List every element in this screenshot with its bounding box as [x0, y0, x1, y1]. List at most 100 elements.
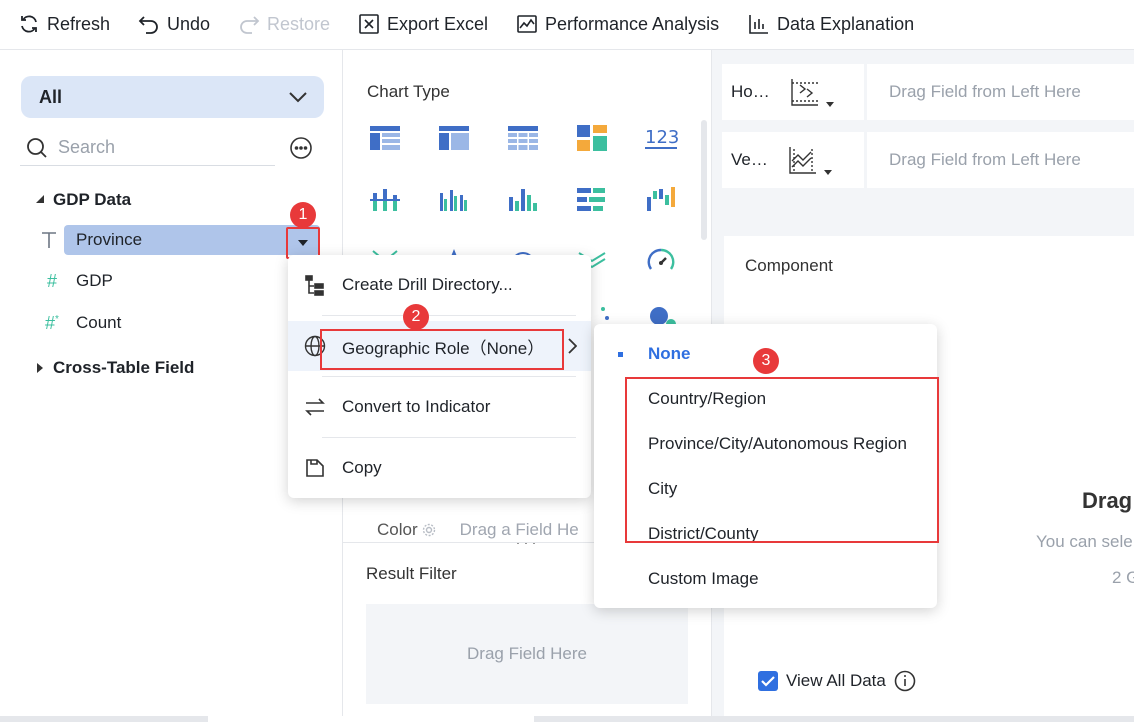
tree-structure-icon — [304, 274, 326, 296]
tree-group-cross-table[interactable]: Cross-Table Field — [35, 358, 194, 378]
restore-label: Restore — [267, 13, 331, 34]
tree-group-gdp-data[interactable]: GDP Data — [35, 190, 131, 210]
redo-icon — [238, 13, 260, 35]
geo-option-custom-image[interactable]: Custom Image — [648, 569, 759, 589]
view-all-data-label: View All Data — [786, 671, 886, 690]
field-province-label: Province — [76, 230, 143, 249]
refresh-label: Refresh — [47, 13, 111, 34]
chevron-right-icon — [568, 338, 577, 354]
field-context-menu: Create Drill Directory... Geographic Rol… — [288, 255, 591, 498]
toolbar: Refresh Undo Restore Export Excel Perfor… — [0, 0, 1134, 50]
search-icon — [26, 137, 48, 159]
chart-type-gauge-icon[interactable] — [643, 244, 679, 280]
undo-icon — [138, 13, 160, 35]
gear-icon — [422, 523, 436, 537]
performance-chart-icon — [516, 13, 538, 35]
dataset-select[interactable]: All — [21, 76, 324, 118]
triangle-right-icon — [35, 363, 45, 373]
color-shelf[interactable]: Color Drag a Field He — [377, 520, 579, 540]
color-placeholder: Drag a Field He — [459, 520, 579, 539]
info-icon[interactable] — [894, 670, 916, 692]
undo-button[interactable]: Undo — [138, 0, 210, 48]
copy-icon — [304, 457, 326, 479]
view-all-data-checkbox[interactable]: View All Data — [758, 670, 916, 692]
drag-hint: You can sele — [1036, 532, 1133, 551]
horizontal-axis-icon — [790, 77, 834, 107]
restore-button[interactable]: Restore — [238, 0, 330, 48]
chart-type-waterfall-icon[interactable] — [643, 182, 679, 218]
caret-down-icon — [298, 240, 308, 246]
chart-type-grid-table-icon[interactable] — [505, 120, 541, 156]
vertical-axis-dropzone[interactable]: Drag Field from Left Here — [867, 132, 1134, 188]
performance-analysis-button[interactable]: Performance Analysis — [516, 0, 719, 48]
horizontal-axis-placeholder: Drag Field from Left Here — [889, 82, 1081, 101]
excel-icon — [358, 13, 380, 35]
vertical-axis-row: Ve… Drag Field from Left Here — [722, 132, 1134, 188]
vertical-axis-label: Ve… — [731, 150, 768, 169]
menu-item-create-drill[interactable]: Create Drill Directory... — [288, 260, 591, 310]
chart-type-scrollbar[interactable] — [701, 120, 707, 240]
refresh-icon — [18, 13, 40, 35]
chart-type-label: Chart Type — [367, 82, 450, 101]
chart-type-detail-table-icon[interactable] — [436, 120, 472, 156]
data-explanation-button[interactable]: Data Explanation — [748, 0, 914, 48]
checkbox-checked-icon — [758, 671, 778, 691]
result-filter-label: Result Filter — [366, 564, 457, 583]
horizontal-axis-row: Ho… Drag Field from Left Here — [722, 64, 1134, 120]
vertical-axis-placeholder: Drag Field from Left Here — [889, 150, 1081, 169]
refresh-button[interactable]: Refresh — [18, 0, 110, 48]
performance-analysis-label: Performance Analysis — [545, 13, 720, 34]
bar-chart-icon — [748, 13, 770, 35]
horizontal-axis-label: Ho… — [731, 82, 770, 101]
vertical-axis-label-cell[interactable]: Ve… — [722, 132, 864, 188]
menu-create-drill-label: Create Drill Directory... — [342, 275, 513, 294]
chart-type-grouped-bar-icon[interactable] — [436, 182, 472, 218]
search-placeholder: Search — [58, 137, 116, 157]
menu-item-copy[interactable]: Copy — [288, 443, 591, 493]
component-title: Component — [745, 256, 833, 275]
chart-type-stacked-bar-icon[interactable] — [367, 182, 403, 218]
triangle-down-icon — [35, 195, 45, 205]
color-label: Color — [377, 520, 418, 539]
field-gdp-label: GDP — [76, 271, 113, 290]
annotation-badge-3: 3 — [753, 348, 779, 374]
menu-copy-label: Copy — [342, 458, 382, 477]
annotation-badge-2: 2 — [403, 304, 429, 330]
field-search-input[interactable]: Search — [20, 130, 275, 166]
menu-divider — [322, 437, 576, 438]
tree-group-cross-label: Cross-Table Field — [53, 358, 195, 377]
data-explanation-label: Data Explanation — [777, 13, 915, 34]
chevron-down-icon — [288, 91, 308, 103]
swap-arrows-icon — [304, 396, 326, 418]
vertical-axis-icon — [788, 145, 832, 175]
result-filter-dropzone[interactable]: Drag Field Here — [366, 604, 688, 704]
annotation-highlight-geo-options — [625, 377, 939, 543]
menu-divider — [322, 315, 576, 316]
dataset-select-value: All — [39, 86, 63, 107]
annotation-badge-1: 1 — [290, 202, 316, 228]
menu-divider — [322, 376, 576, 377]
chart-type-horizontal-bar-icon[interactable] — [574, 182, 610, 218]
geo-option-none[interactable]: None — [648, 344, 691, 364]
annotation-highlight-geographic-role — [320, 329, 564, 370]
field-gdp[interactable]: # GDP — [40, 266, 113, 296]
menu-item-convert-indicator[interactable]: Convert to Indicator — [288, 382, 591, 432]
horizontal-axis-dropzone[interactable]: Drag Field from Left Here — [867, 64, 1134, 120]
tree-group-gdp-label: GDP Data — [53, 190, 132, 209]
undo-label: Undo — [167, 13, 211, 34]
chart-type-column-icon[interactable] — [505, 182, 541, 218]
chart-type-table-icon[interactable] — [367, 120, 403, 156]
svg-text:123: 123 — [645, 127, 678, 148]
field-count[interactable]: #* Count — [40, 308, 121, 338]
number-type-icon: # — [46, 270, 57, 291]
chart-type-kpi-icon[interactable]: 123 — [643, 120, 679, 156]
export-excel-button[interactable]: Export Excel — [358, 0, 488, 48]
bottom-scrollbar[interactable] — [0, 716, 1134, 722]
horizontal-axis-label-cell[interactable]: Ho… — [722, 64, 864, 120]
chart-type-dashboard-icon[interactable] — [574, 120, 610, 156]
field-province-pill[interactable]: Province — [64, 225, 320, 255]
export-excel-label: Export Excel — [387, 13, 489, 34]
more-options-icon[interactable] — [289, 136, 313, 160]
drag-hint-2: 2 Ge — [1112, 568, 1134, 587]
drag-heading: Drag I — [1082, 488, 1134, 513]
